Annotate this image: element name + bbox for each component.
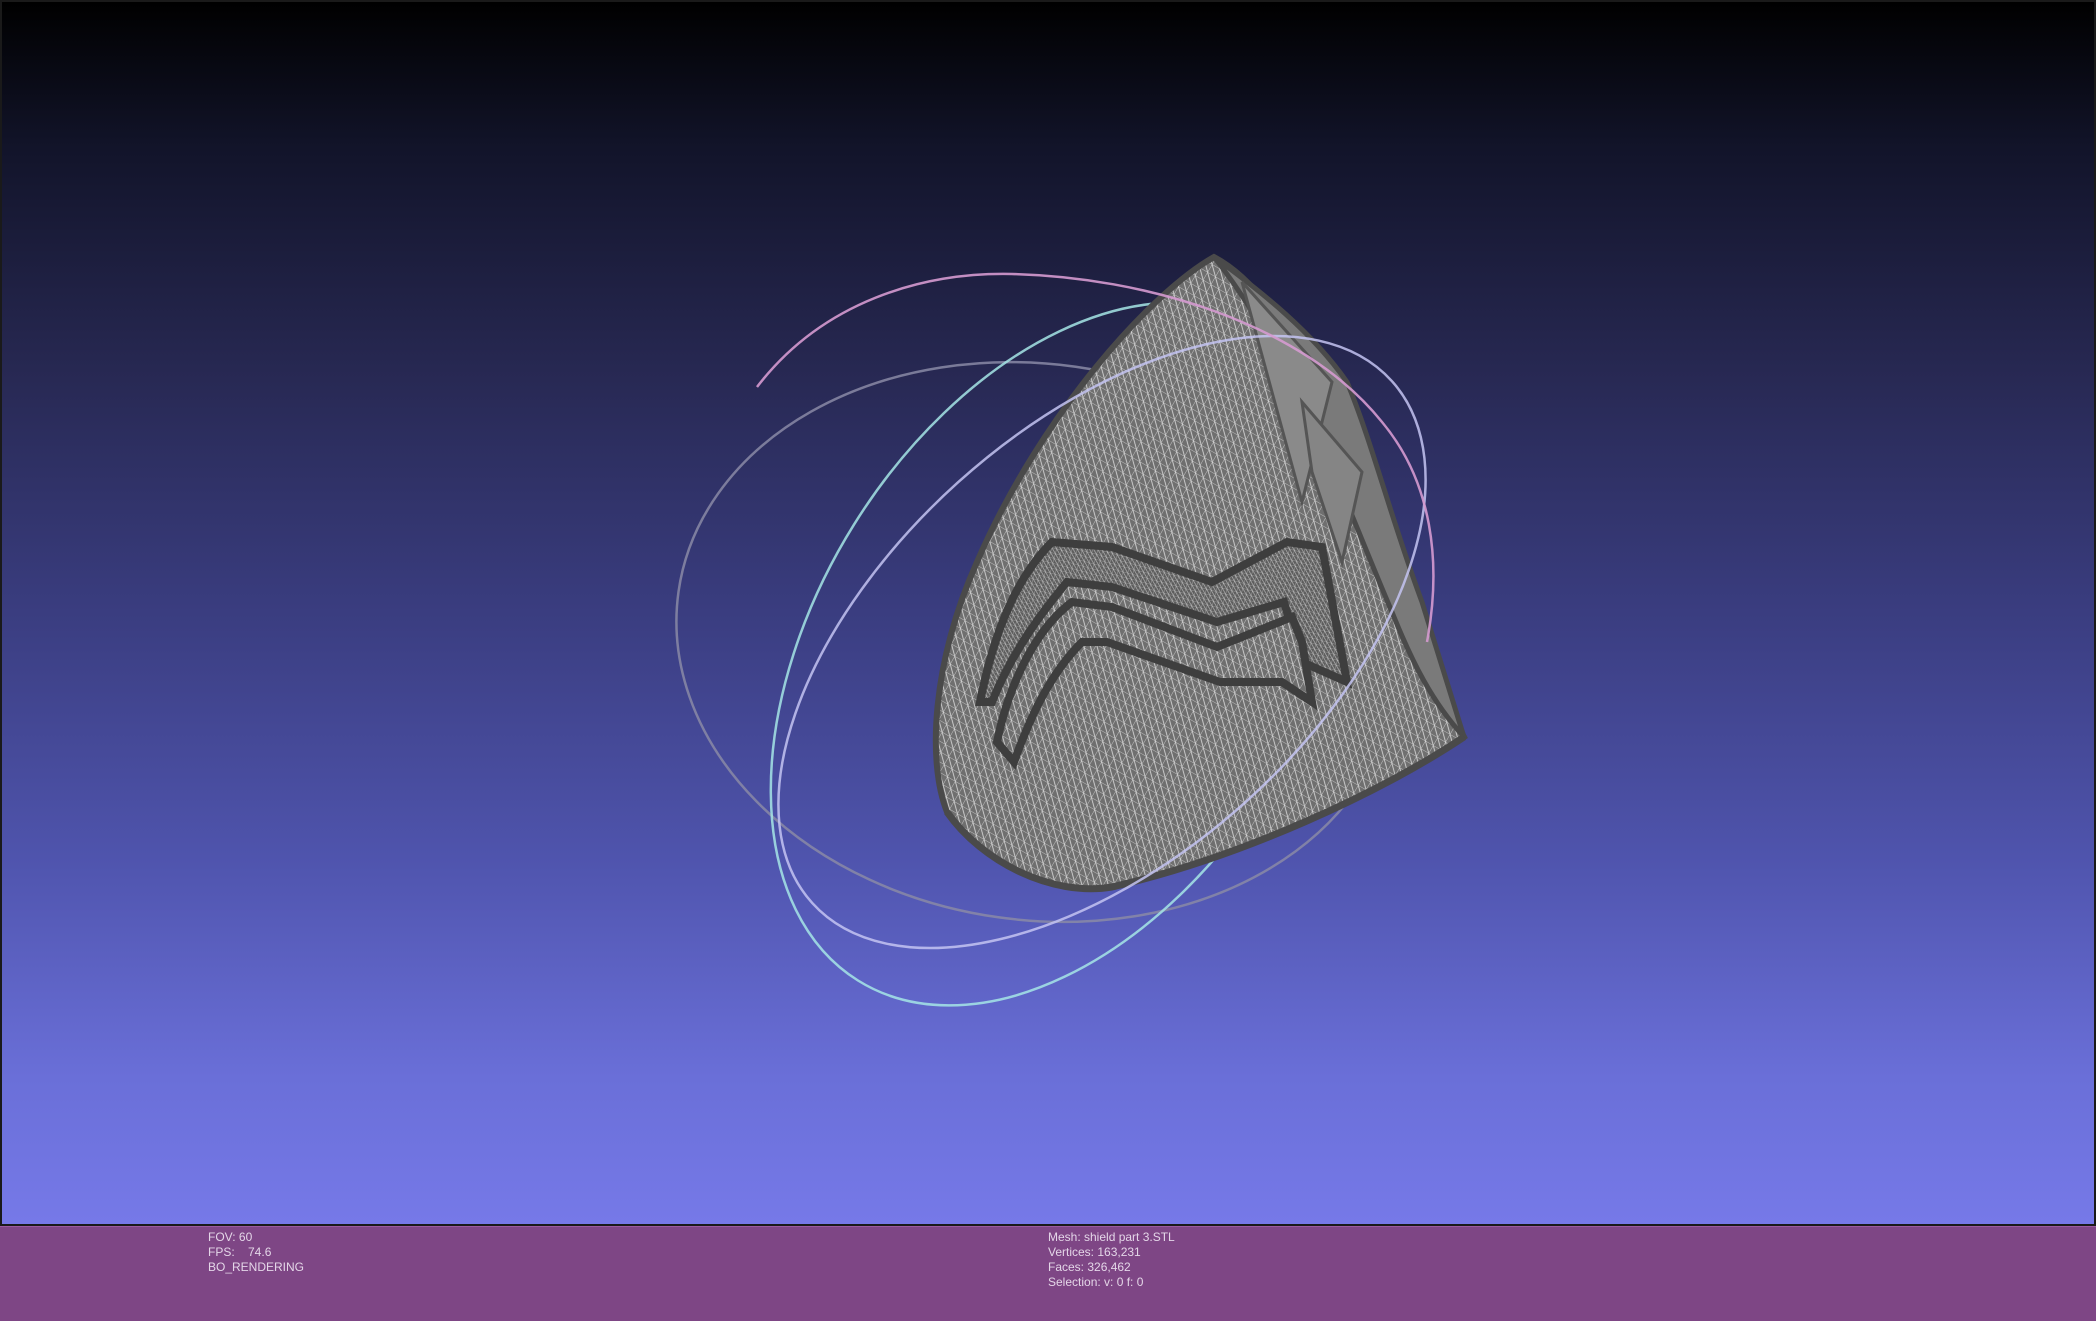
render-mode-label: BO_RENDERING [208, 1260, 305, 1274]
info-bar: FOV: 60 FPS: 74.6 BO_RENDERING Mesh: shi… [0, 1226, 2096, 1321]
render-info: FOV: 60 FPS: 74.6 BO_RENDERING [208, 1230, 304, 1275]
3d-viewport[interactable] [0, 0, 2096, 1226]
fov-label: FOV: 60 [208, 1230, 253, 1244]
mesh-name-label: Mesh: shield part 3.STL [1048, 1230, 1175, 1244]
mesh-object [932, 253, 1468, 893]
selection-label: Selection: v: 0 f: 0 [1048, 1275, 1144, 1289]
mesh-info: Mesh: shield part 3.STL Vertices: 163,23… [1048, 1230, 1175, 1290]
fps-label: FPS: 74.6 [208, 1245, 272, 1259]
faces-label: Faces: 326,462 [1048, 1260, 1131, 1274]
mesh-render[interactable] [2, 2, 2096, 1226]
vertices-label: Vertices: 163,231 [1048, 1245, 1141, 1259]
